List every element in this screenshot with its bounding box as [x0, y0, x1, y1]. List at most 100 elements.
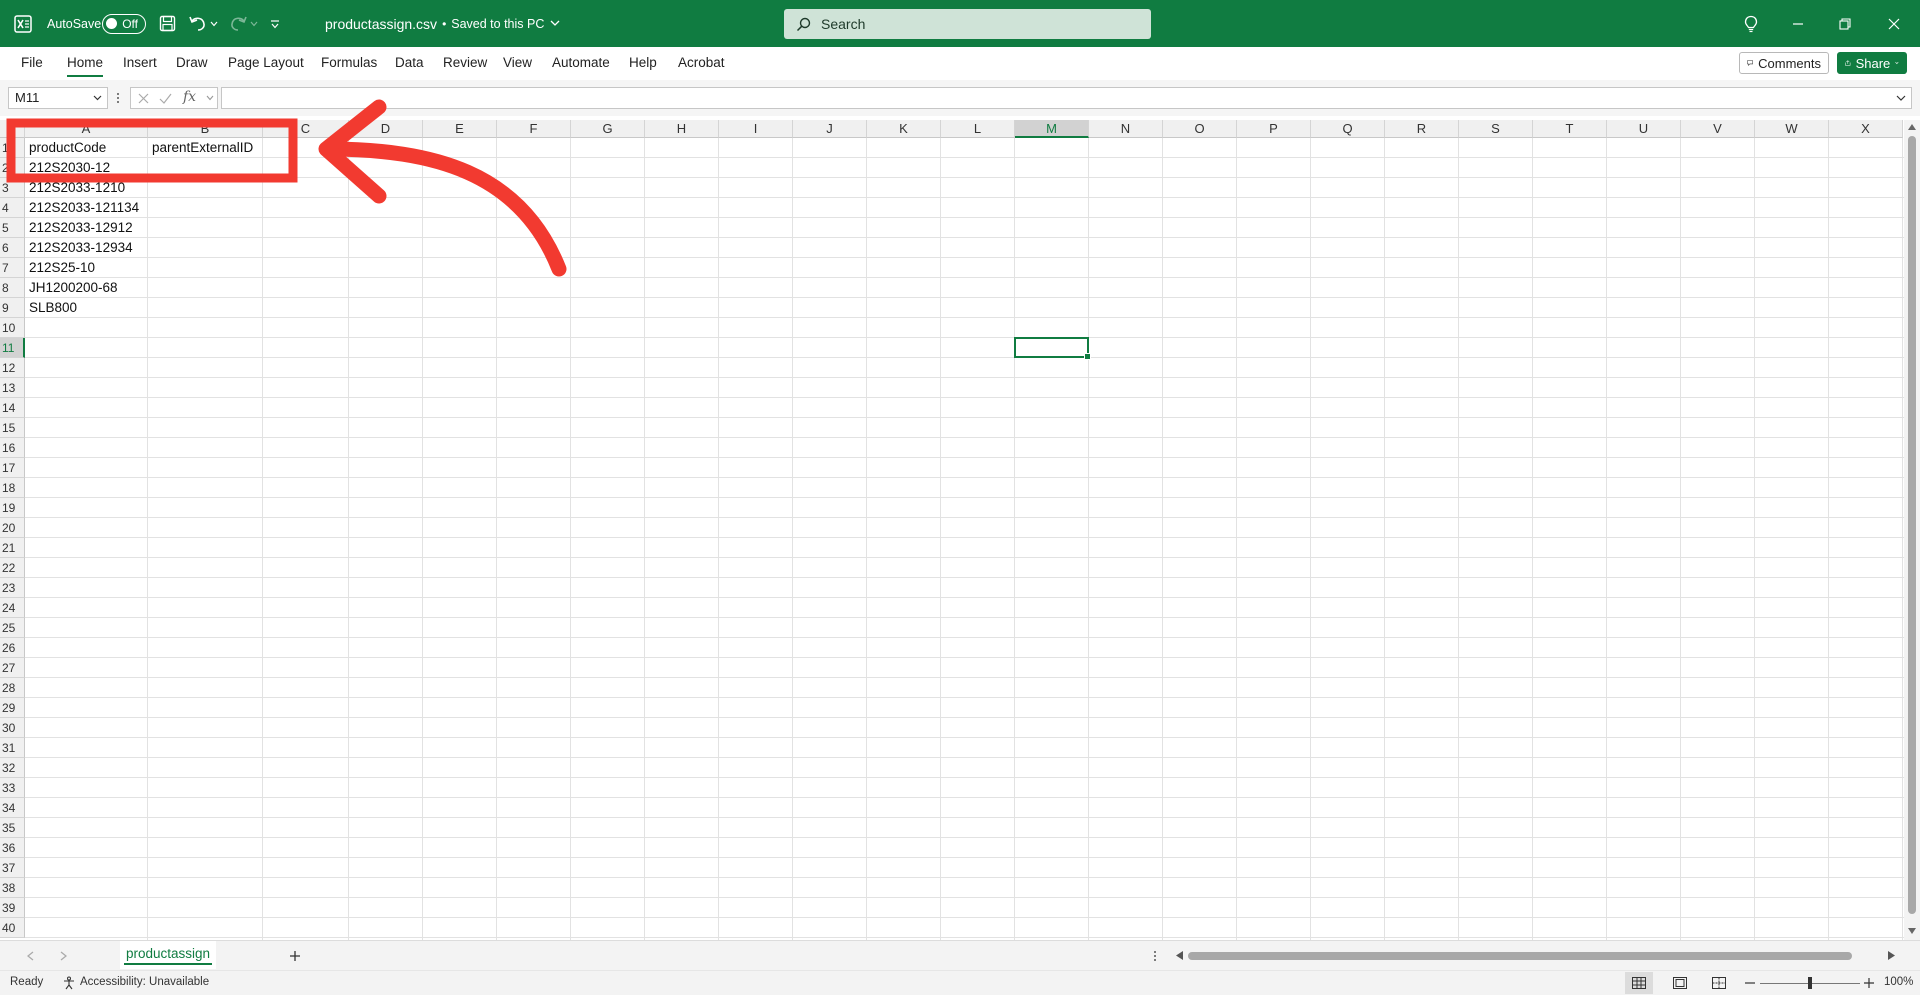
row-header-9[interactable]: 9 [0, 298, 25, 318]
tab-data[interactable]: Data [395, 55, 424, 70]
confirm-entry-icon[interactable] [159, 93, 172, 104]
scroll-down-icon[interactable] [1908, 928, 1916, 934]
minimize-icon[interactable] [1792, 0, 1804, 47]
tab-acrobat[interactable]: Acrobat [678, 55, 725, 70]
row-header-4[interactable]: 4 [0, 198, 25, 218]
tab-draw[interactable]: Draw [176, 55, 208, 70]
column-header-l[interactable]: L [941, 120, 1015, 138]
next-sheet-icon[interactable] [60, 951, 67, 961]
comments-button[interactable]: Comments [1739, 52, 1829, 74]
accessibility-icon[interactable] [62, 976, 76, 990]
active-cell-cursor[interactable] [1014, 337, 1091, 360]
column-header-b[interactable]: B [148, 120, 263, 138]
row-header-13[interactable]: 13 [0, 378, 25, 398]
column-header-i[interactable]: I [719, 120, 793, 138]
horizontal-scroll-thumb[interactable] [1188, 952, 1852, 960]
cell-a5[interactable]: 212S2033-12912 [25, 218, 133, 238]
prev-sheet-icon[interactable] [27, 951, 34, 961]
row-header-24[interactable]: 24 [0, 598, 25, 618]
page-break-view-icon[interactable] [1712, 977, 1726, 989]
row-header-6[interactable]: 6 [0, 238, 25, 258]
scroll-left-icon[interactable] [1176, 951, 1183, 960]
row-header-27[interactable]: 27 [0, 658, 25, 678]
column-header-w[interactable]: W [1755, 120, 1829, 138]
accessibility-status[interactable]: Accessibility: Unavailable [80, 976, 209, 988]
column-header-t[interactable]: T [1533, 120, 1607, 138]
share-button[interactable]: Share [1837, 52, 1907, 74]
cell-a4[interactable]: 212S2033-121134 [25, 198, 139, 218]
cancel-entry-icon[interactable] [138, 93, 149, 104]
restore-icon[interactable] [1839, 0, 1851, 47]
save-icon[interactable] [159, 0, 176, 47]
row-header-10[interactable]: 10 [0, 318, 25, 338]
undo-dropdown-icon[interactable] [210, 0, 218, 47]
column-header-h[interactable]: H [645, 120, 719, 138]
row-header-8[interactable]: 8 [0, 278, 25, 298]
column-header-v[interactable]: V [1681, 120, 1755, 138]
document-title[interactable]: productassign.csv • Saved to this PC [325, 0, 560, 47]
row-header-37[interactable]: 37 [0, 858, 25, 878]
scroll-up-icon[interactable] [1908, 124, 1916, 130]
row-header-1[interactable]: 1 [0, 138, 25, 158]
column-header-j[interactable]: J [793, 120, 867, 138]
row-header-3[interactable]: 3 [0, 178, 25, 198]
cell-a6[interactable]: 212S2033-12934 [25, 238, 133, 258]
zoom-out-icon[interactable] [1745, 982, 1755, 984]
row-header-19[interactable]: 19 [0, 498, 25, 518]
tab-file[interactable]: File [21, 55, 43, 70]
row-header-39[interactable]: 39 [0, 898, 25, 918]
autosave-toggle[interactable]: Off [102, 0, 146, 47]
customize-toolbar-icon[interactable] [270, 0, 280, 47]
row-header-21[interactable]: 21 [0, 538, 25, 558]
row-header-36[interactable]: 36 [0, 838, 25, 858]
cell-a9[interactable]: SLB800 [25, 298, 77, 318]
tab-options-icon[interactable] [1153, 950, 1157, 962]
select-all-corner[interactable] [0, 120, 25, 138]
page-layout-view-icon[interactable] [1673, 977, 1687, 989]
zoom-level[interactable]: 100% [1884, 976, 1913, 988]
column-header-n[interactable]: N [1089, 120, 1163, 138]
add-sheet-icon[interactable] [289, 950, 301, 962]
more-options-icon[interactable] [116, 92, 120, 107]
column-header-m[interactable]: M [1015, 120, 1089, 138]
row-header-15[interactable]: 15 [0, 418, 25, 438]
row-header-22[interactable]: 22 [0, 558, 25, 578]
row-header-17[interactable]: 17 [0, 458, 25, 478]
lightbulb-icon[interactable] [1744, 0, 1758, 47]
tab-insert[interactable]: Insert [123, 55, 157, 70]
row-header-14[interactable]: 14 [0, 398, 25, 418]
expand-formula-bar-icon[interactable] [1896, 95, 1906, 102]
row-header-16[interactable]: 16 [0, 438, 25, 458]
name-box[interactable]: M11 [8, 87, 108, 109]
scroll-right-icon[interactable] [1888, 951, 1895, 960]
tab-home[interactable]: Home [67, 55, 104, 77]
search-box[interactable]: Search [784, 9, 1151, 39]
row-header-33[interactable]: 33 [0, 778, 25, 798]
row-header-38[interactable]: 38 [0, 878, 25, 898]
excel-app-icon[interactable] [14, 0, 32, 47]
redo-icon[interactable] [228, 0, 248, 47]
column-header-u[interactable]: U [1607, 120, 1681, 138]
vertical-scrollbar[interactable] [1904, 120, 1920, 940]
zoom-in-icon[interactable] [1864, 978, 1874, 988]
cell-a8[interactable]: JH1200200-68 [25, 278, 118, 298]
column-header-x[interactable]: X [1829, 120, 1903, 138]
undo-icon[interactable] [188, 0, 208, 47]
tab-formulas[interactable]: Formulas [321, 55, 377, 70]
redo-dropdown-icon[interactable] [250, 0, 258, 47]
cell-a3[interactable]: 212S2033-1210 [25, 178, 125, 198]
row-header-20[interactable]: 20 [0, 518, 25, 538]
column-header-a[interactable]: A [25, 120, 148, 138]
cell-a1[interactable]: productCode [25, 138, 106, 158]
close-icon[interactable] [1888, 0, 1900, 47]
tab-view[interactable]: View [503, 55, 532, 70]
cell-a2[interactable]: 212S2030-12 [25, 158, 110, 178]
row-header-30[interactable]: 30 [0, 718, 25, 738]
row-header-31[interactable]: 31 [0, 738, 25, 758]
row-header-7[interactable]: 7 [0, 258, 25, 278]
column-header-c[interactable]: C [263, 120, 349, 138]
insert-function-icon[interactable]: fx [183, 89, 196, 105]
row-header-28[interactable]: 28 [0, 678, 25, 698]
tab-page-layout[interactable]: Page Layout [228, 55, 304, 70]
column-header-o[interactable]: O [1163, 120, 1237, 138]
